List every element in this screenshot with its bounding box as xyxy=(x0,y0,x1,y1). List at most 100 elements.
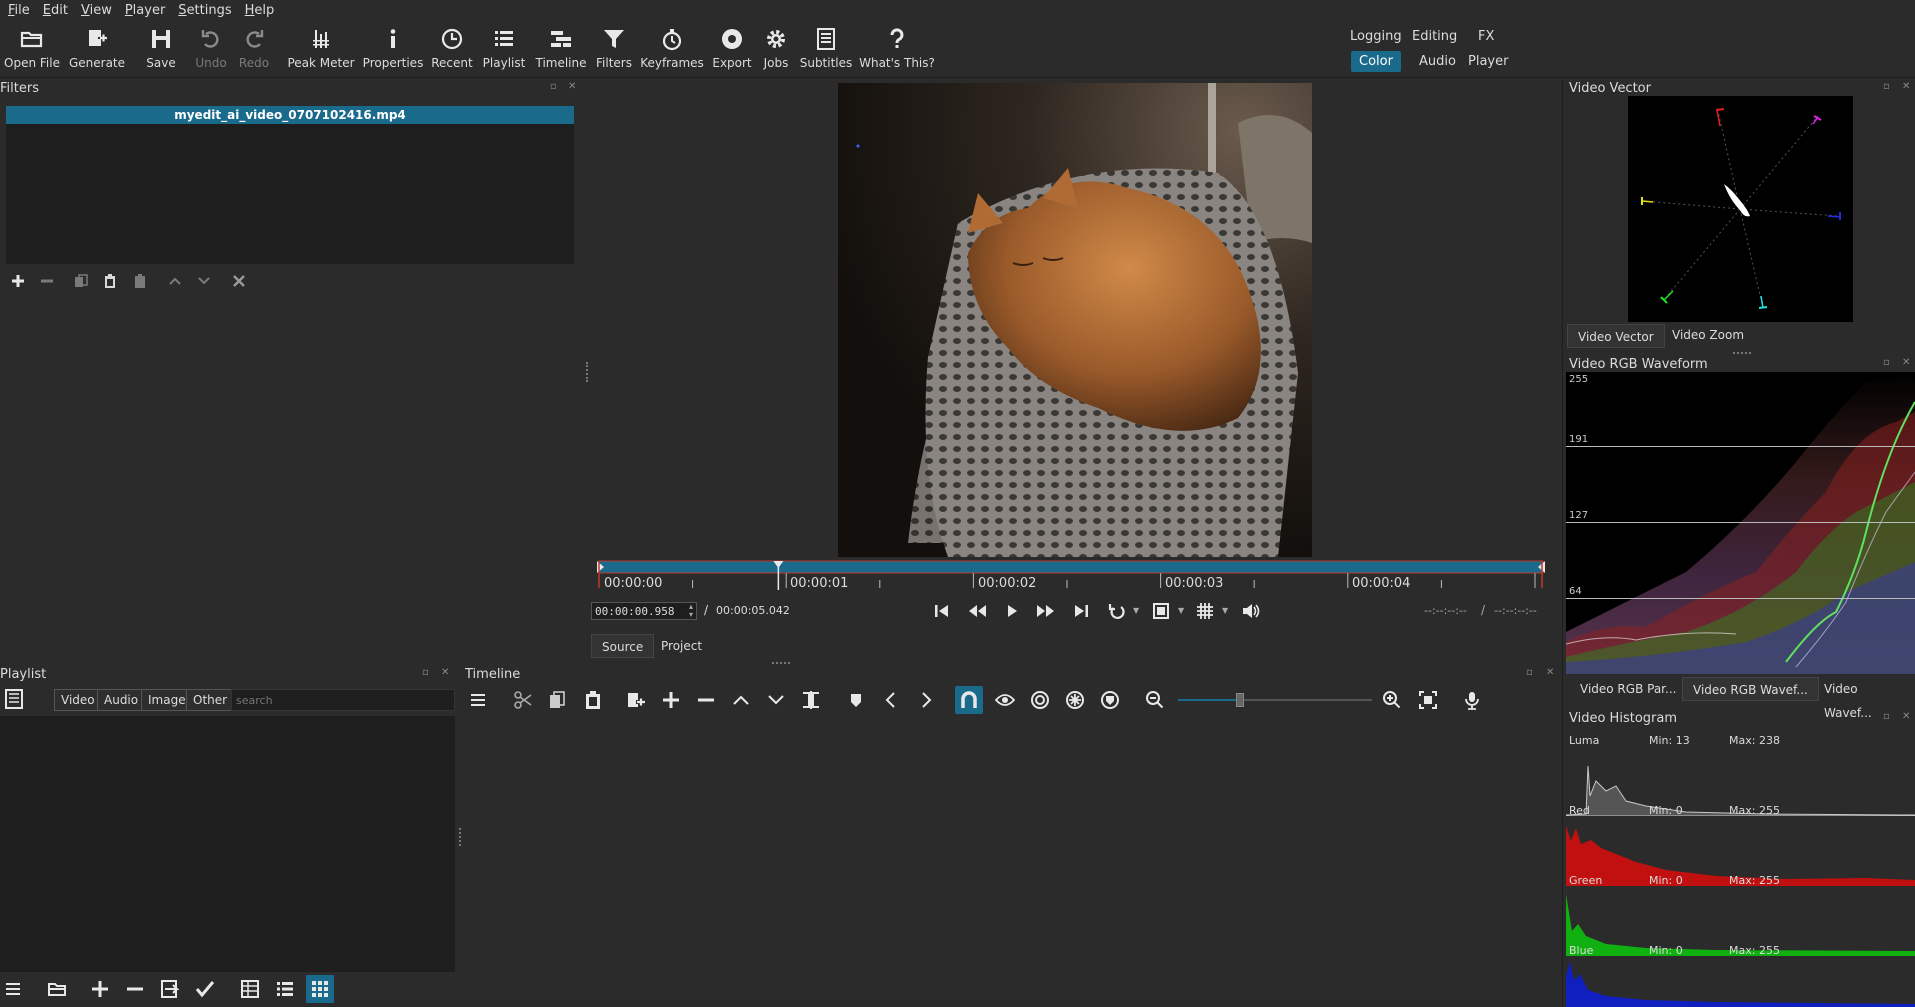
scrub-while-dragging-button[interactable] xyxy=(991,686,1019,714)
deselect-filter-button[interactable] xyxy=(227,270,251,292)
tab-video-waveform[interactable]: Video Wavef... xyxy=(1814,677,1915,720)
video-preview[interactable] xyxy=(838,83,1312,557)
undock-icon[interactable]: ▫ xyxy=(550,82,560,92)
timeline-button[interactable]: Timeline xyxy=(531,26,591,70)
cut-button[interactable] xyxy=(509,686,537,714)
tab-video-zoom[interactable]: Video Zoom xyxy=(1662,323,1754,347)
menu-file[interactable]: File xyxy=(4,3,39,18)
subtitles-button[interactable]: Subtitles xyxy=(796,26,856,70)
current-time-field[interactable]: 00:00:00.958 ▴ ▾ xyxy=(591,602,697,620)
close-icon[interactable]: ✕ xyxy=(1902,358,1912,368)
close-icon[interactable]: ✕ xyxy=(441,668,451,678)
menu-settings[interactable]: Settings xyxy=(174,3,240,18)
timeline-tracks-area[interactable] xyxy=(465,716,1560,1007)
playlist-search-input[interactable] xyxy=(231,689,455,711)
append-button[interactable] xyxy=(622,686,650,714)
snap-button[interactable] xyxy=(955,686,983,714)
playlist-add-button[interactable] xyxy=(86,975,114,1003)
undock-icon[interactable]: ▫ xyxy=(422,668,432,678)
playlist-icon-view-button[interactable] xyxy=(306,975,334,1003)
ripple-button[interactable] xyxy=(1026,686,1054,714)
playlist-update-button[interactable] xyxy=(156,975,184,1003)
tab-video-vector[interactable]: Video Vector xyxy=(1567,324,1665,348)
playlist-list[interactable] xyxy=(0,716,455,972)
close-icon[interactable]: ✕ xyxy=(1902,712,1912,722)
recent-button[interactable]: Recent xyxy=(422,26,482,70)
peak-meter-button[interactable]: Peak Meter xyxy=(287,26,355,70)
filters-button[interactable]: Filters xyxy=(584,26,644,70)
copy-button[interactable] xyxy=(543,686,571,714)
undock-icon[interactable]: ▫ xyxy=(1526,668,1536,678)
layout-color[interactable]: Color xyxy=(1351,51,1401,72)
remove-filter-button[interactable] xyxy=(35,270,59,292)
move-filter-up-button[interactable] xyxy=(163,270,187,292)
lift-button[interactable] xyxy=(727,686,755,714)
splitter-handle[interactable] xyxy=(459,828,461,846)
fast-forward-button[interactable] xyxy=(1033,598,1059,624)
tab-source[interactable]: Source xyxy=(591,634,655,658)
zoom-out-button[interactable] xyxy=(1141,686,1169,714)
splitter-handle[interactable] xyxy=(586,362,588,382)
zoom-to-fit-button[interactable] xyxy=(1414,686,1442,714)
overwrite-button[interactable] xyxy=(762,686,790,714)
record-audio-button[interactable] xyxy=(1458,686,1486,714)
timeline-menu-button[interactable] xyxy=(465,686,493,714)
whats-this-button[interactable]: What's This? xyxy=(859,26,935,70)
tab-rgb-waveform[interactable]: Video RGB Wavef... xyxy=(1682,677,1819,701)
playlist-list-view-button[interactable] xyxy=(271,975,299,1003)
tab-project[interactable]: Project xyxy=(651,634,712,658)
playlist-filter-other[interactable]: Other xyxy=(186,689,235,711)
layout-player[interactable]: Player xyxy=(1460,51,1516,72)
properties-button[interactable]: Properties xyxy=(363,26,423,70)
layout-logging[interactable]: Logging xyxy=(1342,26,1410,47)
menu-edit[interactable]: Edit xyxy=(39,3,77,18)
copy-filter-button[interactable] xyxy=(69,270,93,292)
splitter-handle[interactable] xyxy=(772,662,790,664)
layout-audio[interactable]: Audio xyxy=(1411,51,1464,72)
playlist-remove-button[interactable] xyxy=(121,975,149,1003)
playlist-details-view-button[interactable] xyxy=(236,975,264,1003)
playlist-open-button[interactable] xyxy=(43,975,71,1003)
zoom-slider-handle[interactable] xyxy=(1236,693,1245,707)
grid-button[interactable] xyxy=(1192,598,1218,624)
move-filter-down-button[interactable] xyxy=(192,270,216,292)
volume-button[interactable] xyxy=(1238,598,1264,624)
split-button[interactable] xyxy=(797,686,825,714)
playlist-filter-video[interactable]: Video xyxy=(54,689,102,711)
paste-button[interactable] xyxy=(579,686,607,714)
layout-editing[interactable]: Editing xyxy=(1404,26,1465,47)
next-marker-button[interactable] xyxy=(912,686,940,714)
zoom-slider[interactable] xyxy=(1178,693,1372,707)
loop-button[interactable] xyxy=(1104,598,1130,624)
tab-rgb-parade[interactable]: Video RGB Par... xyxy=(1570,677,1686,701)
undock-icon[interactable]: ▫ xyxy=(1883,358,1893,368)
menu-player[interactable]: Player xyxy=(121,3,174,18)
splitter-handle[interactable] xyxy=(1733,352,1751,354)
playlist-filter-audio[interactable]: Audio xyxy=(97,689,146,711)
undock-icon[interactable]: ▫ xyxy=(1883,82,1893,92)
rewind-button[interactable] xyxy=(964,598,990,624)
spin-arrows-icon[interactable]: ▴ ▾ xyxy=(689,603,696,619)
generate-button[interactable]: Generate xyxy=(67,26,127,70)
zoom-fit-button[interactable] xyxy=(1148,598,1174,624)
skip-to-start-button[interactable] xyxy=(929,598,955,624)
chevron-down-icon[interactable]: ▼ xyxy=(1178,606,1184,615)
add-filter-button[interactable] xyxy=(6,270,30,292)
timeline-scrubber[interactable]: 00:00:00 00:00:01 00:00:02 00:00:03 00:0… xyxy=(596,558,1546,592)
zoom-in-button[interactable] xyxy=(1378,686,1406,714)
menu-view[interactable]: View xyxy=(77,3,121,18)
skip-to-end-button[interactable] xyxy=(1068,598,1094,624)
playlist-menu-button[interactable] xyxy=(0,975,28,1003)
ripple-insert-button[interactable] xyxy=(657,686,685,714)
previous-marker-button[interactable] xyxy=(877,686,905,714)
playlist-button[interactable]: Playlist xyxy=(474,26,534,70)
chevron-down-icon[interactable]: ▼ xyxy=(1222,606,1228,615)
playlist-apply-button[interactable] xyxy=(191,975,219,1003)
play-button[interactable] xyxy=(999,598,1025,624)
close-icon[interactable]: ✕ xyxy=(1546,668,1556,678)
redo-button[interactable]: Redo xyxy=(224,26,284,70)
close-icon[interactable]: ✕ xyxy=(1902,82,1912,92)
keyframes-button[interactable]: Keyframes xyxy=(640,26,704,70)
open-file-button[interactable]: Open File xyxy=(2,26,62,70)
chevron-down-icon[interactable]: ▼ xyxy=(1133,606,1139,615)
